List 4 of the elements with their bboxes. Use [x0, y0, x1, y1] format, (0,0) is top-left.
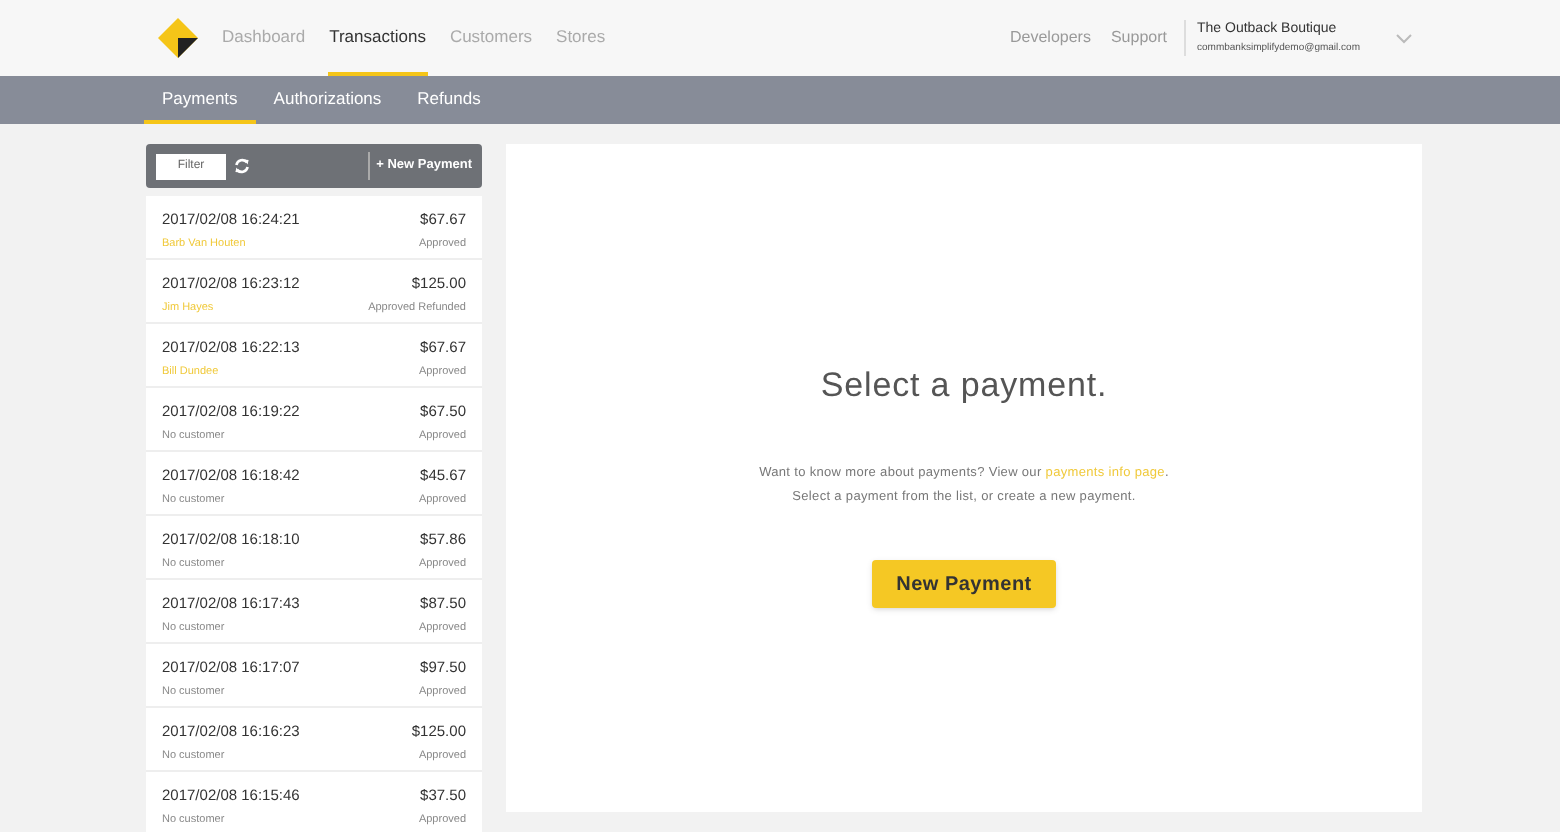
refresh-icon[interactable] — [234, 158, 250, 174]
new-payment-button[interactable]: New Payment — [872, 560, 1056, 608]
detail-heading: Select a payment. — [820, 364, 1108, 408]
logo-icon[interactable] — [156, 16, 200, 60]
